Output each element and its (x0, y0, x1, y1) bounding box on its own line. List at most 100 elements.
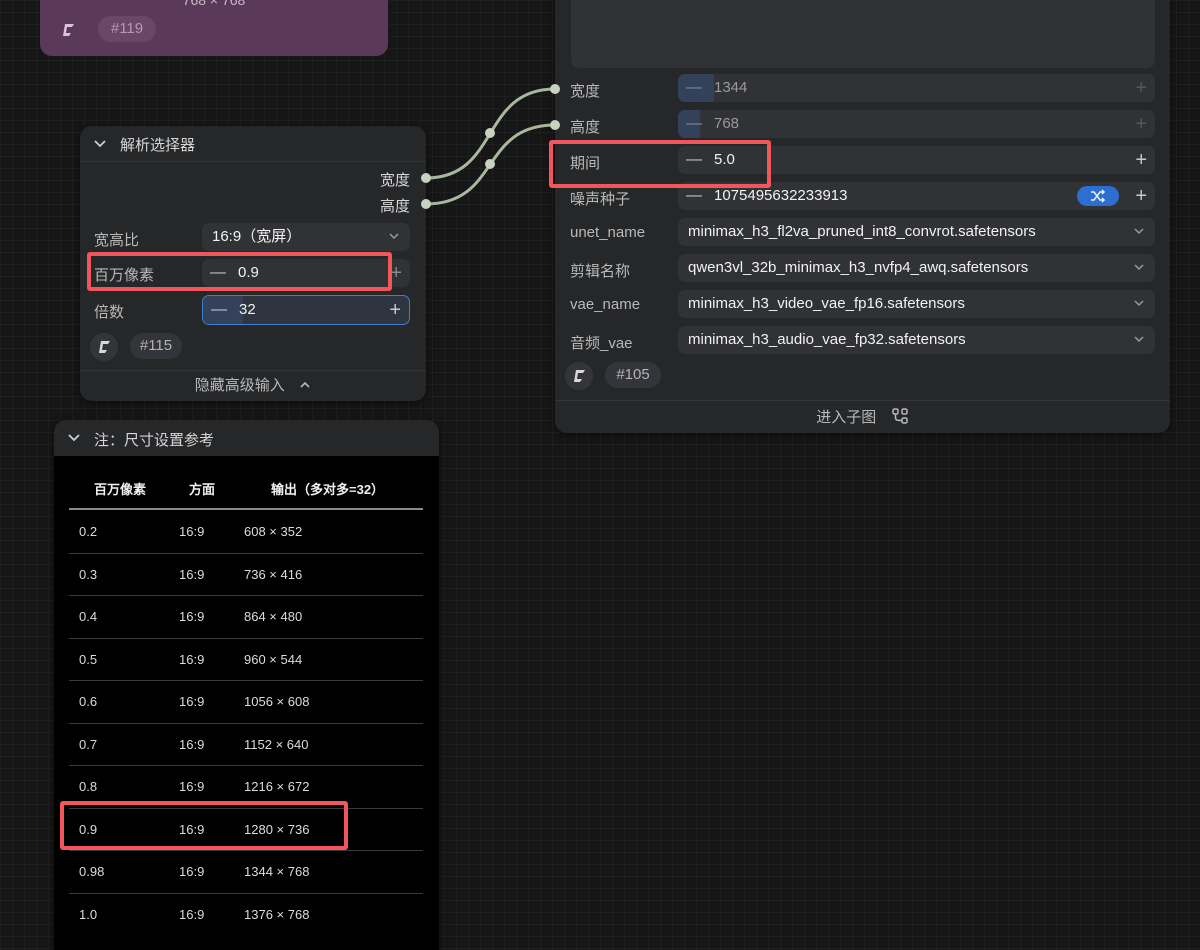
increment-button[interactable]: + (389, 296, 401, 324)
table-cell: 16:9 (179, 864, 205, 879)
size-text: 768 × 768 (182, 0, 246, 8)
output-width-label: 宽度 (379, 172, 410, 189)
increment-button[interactable]: + (390, 259, 402, 287)
table-cell: 736 × 416 (244, 566, 303, 582)
note-node[interactable]: 注：尺寸设置参考 百万像素 方面 输出（多对多=32） 0.2 16:9 608 ×… (54, 420, 439, 950)
table-cell: 0.3 (79, 566, 98, 582)
table-cell: 1152 × 640 (244, 736, 309, 752)
chevron-down-icon (1134, 228, 1144, 235)
table-cell: 0.7 (79, 736, 98, 752)
chevron-down-icon (1134, 264, 1144, 271)
chevron-down-icon (389, 233, 399, 240)
collapse-chevron-icon[interactable] (93, 139, 107, 149)
table-header: 百万像素 方面 输出（多对多=32） (69, 466, 423, 510)
node-title: 解析选择器 (120, 137, 196, 154)
randomize-seed-button[interactable] (1077, 186, 1119, 206)
table-cell: 1056 × 608 (244, 694, 310, 709)
aspect-ratio-select[interactable]: 16:9（宽屏） (202, 223, 410, 251)
subgraph-node[interactable]: 宽度 — 1344 + 高度 — 768 + 期间 — 5.0 + 噪声种子 —… (550, 0, 1170, 433)
table-cell: 0.98 (79, 864, 105, 879)
text-area[interactable] (571, 0, 1155, 68)
collapse-chevron-icon[interactable] (67, 433, 81, 443)
table-cell: 0.8 (79, 779, 98, 794)
table-cell: 1344 × 768 (244, 864, 310, 879)
multiple-stepper[interactable]: — 32 + (202, 295, 410, 325)
table-row: 0.98 16:9 1344 × 768 (69, 850, 423, 894)
highlight-megapixel (87, 252, 392, 291)
aspect-ratio-label: 宽高比 (94, 232, 140, 249)
node-id-badge: #115 (130, 333, 182, 359)
decrement-button[interactable]: — (211, 296, 227, 324)
enter-subgraph-button[interactable]: 进入子图 (555, 406, 1170, 430)
increment-button[interactable]: + (1135, 110, 1147, 138)
table-cell: 1376 × 768 (244, 906, 310, 922)
column-header: 百万像素 (94, 482, 147, 497)
audio-vae-label: 音频_vae (570, 335, 633, 352)
clip-name-select[interactable]: qwen3vl_32b_minimax_h3_nvfp4_awq.safeten… (678, 254, 1155, 282)
multiple-label: 倍数 (94, 304, 125, 321)
width-stepper[interactable]: — 1344 + (678, 74, 1155, 102)
shuffle-icon (1091, 189, 1106, 203)
table-row: 0.3 16:9 736 × 416 (69, 553, 423, 596)
table-cell: 608 × 352 (244, 524, 303, 539)
vae-name-label: vae_name (570, 296, 641, 313)
decrement-button[interactable]: — (686, 74, 702, 102)
table-cell: 16:9 (179, 736, 205, 752)
table-cell: 1216 × 672 (244, 779, 310, 794)
comfy-logo-icon (565, 362, 593, 390)
table-cell: 0.2 (79, 524, 98, 539)
output-height-slot[interactable] (421, 199, 431, 209)
node-title: 注：尺寸设置参考 (94, 432, 215, 449)
table-cell: 16:9 (179, 609, 205, 624)
table-cell: 960 × 544 (244, 651, 303, 667)
vae-name-select[interactable]: minimax_h3_video_vae_fp16.safetensors (678, 290, 1155, 318)
subgraph-icon (891, 408, 908, 424)
increment-button[interactable]: + (1135, 182, 1147, 210)
table-cell: 16:9 (179, 694, 205, 709)
comfy-logo-icon (54, 16, 82, 44)
table-cell: 16:9 (179, 651, 205, 667)
highlight-duration (549, 140, 771, 188)
table-row: 0.2 16:9 608 × 352 (69, 510, 423, 554)
increment-button[interactable]: + (1135, 146, 1147, 174)
table-row: 0.4 16:9 864 × 480 (69, 595, 423, 639)
highlight-row-0-9 (60, 801, 348, 850)
chevron-down-icon (1134, 336, 1144, 343)
output-height-label: 高度 (379, 198, 410, 215)
hide-advanced-inputs-button[interactable]: 隐藏高级输入 (80, 374, 426, 398)
chevron-down-icon (1134, 300, 1144, 307)
node-id-badge: #105 (605, 362, 661, 388)
audio-vae-select[interactable]: minimax_h3_audio_vae_fp32.safetensors (678, 326, 1155, 354)
noise-seed-label: 噪声种子 (570, 191, 631, 208)
increment-button[interactable]: + (1135, 74, 1147, 102)
unet-name-select[interactable]: minimax_h3_fl2va_pruned_int8_convrot.saf… (678, 218, 1155, 246)
table-cell: 16:9 (179, 779, 205, 794)
column-header: 方面 (189, 482, 216, 497)
table-cell: 16:9 (179, 524, 205, 539)
table-cell: 16:9 (179, 566, 205, 582)
width-label: 宽度 (570, 83, 601, 100)
table-cell: 1.0 (79, 906, 98, 922)
height-stepper[interactable]: — 768 + (678, 110, 1155, 138)
node-id-badge: #119 (98, 16, 156, 42)
table-cell: 0.5 (79, 651, 98, 667)
column-header: 输出（多对多=32） (271, 482, 385, 497)
table-cell: 864 × 480 (244, 609, 303, 624)
table-cell: 0.4 (79, 609, 98, 624)
table-row: 0.7 16:9 1152 × 640 (69, 723, 423, 766)
comfy-logo-icon (90, 333, 118, 361)
height-label: 高度 (570, 119, 601, 136)
table-row: 1.0 16:9 1376 × 768 (69, 893, 423, 936)
clip-name-label: 剪辑名称 (570, 263, 631, 280)
unet-name-label: unet_name (570, 224, 646, 241)
input-height-slot[interactable] (550, 120, 560, 130)
decrement-button[interactable]: — (686, 110, 702, 138)
chevron-up-icon (300, 381, 310, 388)
purple-node[interactable]: 768 × 768 #119 (40, 0, 388, 56)
output-width-slot[interactable] (421, 173, 431, 183)
table-row: 0.6 16:9 1056 × 608 (69, 680, 423, 724)
table-cell: 16:9 (179, 906, 205, 922)
table-row: 0.5 16:9 960 × 544 (69, 638, 423, 681)
table-cell: 0.6 (79, 694, 98, 709)
input-width-slot[interactable] (550, 84, 560, 94)
